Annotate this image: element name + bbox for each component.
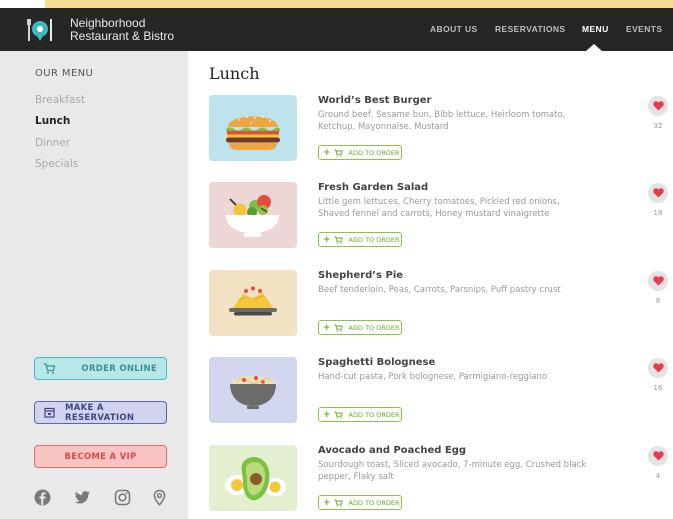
heart-icon (652, 188, 664, 198)
cart-icon (334, 149, 343, 157)
instagram-icon[interactable] (114, 489, 131, 506)
plus-icon: + (323, 322, 331, 333)
plus-icon: + (323, 147, 331, 158)
sidebar-item-lunch[interactable]: Lunch (35, 115, 70, 127)
add-to-order-label: ADD TO ORDER (348, 410, 400, 419)
site-header: Neighborhood Restaurant & Bistro ABOUT U… (0, 8, 673, 51)
add-to-order-button[interactable]: + ADD TO ORDER (318, 145, 402, 160)
like-button[interactable] (648, 446, 668, 466)
item-description: Little gem lettuces, Cherry tomatoes, Pi… (318, 197, 560, 219)
item-name: Shepherd’s Pie (318, 270, 404, 281)
like-button[interactable] (648, 96, 668, 116)
top-accent-strip (0, 0, 673, 8)
item-name: Avocado and Poached Egg (318, 445, 467, 456)
sidebar: OUR MENU Breakfast Lunch Dinner Specials… (0, 51, 188, 519)
calendar-icon (44, 407, 55, 418)
like-count: 16 (653, 384, 663, 392)
add-to-order-label: ADD TO ORDER (348, 148, 400, 157)
item-description: Hand-cut pasta, Pork bolognese, Parmigia… (318, 372, 548, 382)
plus-icon: + (323, 234, 331, 245)
menu-item-avocado-egg: Avocado and Poached Egg Sourdough toast,… (188, 445, 673, 519)
brand-name[interactable]: Neighborhood Restaurant & Bistro (70, 17, 174, 43)
burger-image[interactable] (209, 95, 297, 161)
cart-icon (334, 499, 343, 507)
make-reservation-button[interactable]: MAKE A RESERVATION (34, 401, 167, 424)
item-description: Beef tenderloin, Peas, Carrots, Parsnips… (318, 285, 561, 295)
nav-reservations[interactable]: RESERVATIONS (495, 24, 565, 34)
plus-icon: + (323, 497, 331, 508)
shepherds-pie-image[interactable] (209, 270, 297, 336)
nav-about-us[interactable]: ABOUT US (430, 24, 478, 34)
add-to-order-button[interactable]: + ADD TO ORDER (318, 495, 402, 510)
nav-events[interactable]: EVENTS (626, 24, 662, 34)
heart-icon (652, 363, 664, 373)
like-count: 18 (653, 209, 663, 217)
like-button[interactable] (648, 358, 668, 378)
sidebar-item-specials[interactable]: Specials (35, 158, 78, 170)
item-description: Ground beef, Sesame bun, Bibb lettuce, H… (318, 110, 566, 132)
menu-item-burger: World’s Best Burger Ground beef, Sesame … (188, 95, 673, 182)
menu-item-spaghetti: Spaghetti Bolognese Hand-cut pasta, Pork… (188, 357, 673, 444)
heart-icon (652, 451, 664, 461)
order-online-label: ORDER ONLINE (81, 363, 157, 374)
menu-item-shepherds-pie: Shepherd’s Pie Beef tenderloin, Peas, Ca… (188, 270, 673, 357)
item-name: World’s Best Burger (318, 95, 432, 106)
avocado-egg-image[interactable] (209, 445, 297, 511)
cart-icon (334, 324, 343, 332)
add-to-order-button[interactable]: + ADD TO ORDER (318, 232, 402, 247)
cart-icon (334, 411, 343, 419)
heart-icon (652, 276, 664, 286)
menu-item-salad: Fresh Garden Salad Little gem lettuces, … (188, 182, 673, 269)
item-name: Fresh Garden Salad (318, 182, 429, 193)
page-title: Lunch (209, 64, 260, 83)
like-count: 4 (655, 472, 661, 480)
item-description: Sourdough toast, Sliced avocado, 7-minut… (318, 460, 587, 482)
heart-icon (652, 101, 664, 111)
add-to-order-button[interactable]: + ADD TO ORDER (318, 407, 402, 422)
nav-active-caret (586, 44, 602, 51)
item-name: Spaghetti Bolognese (318, 357, 436, 368)
cart-icon (44, 363, 56, 374)
twitter-icon[interactable] (74, 489, 91, 506)
make-reservation-label: MAKE A RESERVATION (65, 402, 135, 423)
become-vip-button[interactable]: BECOME A VIP (34, 445, 167, 468)
add-to-order-button[interactable]: + ADD TO ORDER (318, 320, 402, 335)
cart-icon (334, 236, 343, 244)
become-vip-label: BECOME A VIP (64, 451, 137, 462)
logo-icon[interactable] (26, 16, 54, 44)
brand-line-2: Restaurant & Bistro (70, 29, 175, 43)
like-button[interactable] (648, 271, 668, 291)
add-to-order-label: ADD TO ORDER (348, 323, 400, 332)
like-count: 8 (655, 297, 661, 305)
salad-image[interactable] (209, 182, 297, 248)
sidebar-title: OUR MENU (35, 68, 94, 79)
add-to-order-label: ADD TO ORDER (348, 498, 400, 507)
sidebar-item-dinner[interactable]: Dinner (35, 137, 70, 149)
like-count: 32 (653, 122, 663, 130)
plus-icon: + (323, 409, 331, 420)
facebook-icon[interactable] (34, 489, 51, 506)
spaghetti-image[interactable] (209, 357, 297, 423)
sidebar-item-breakfast[interactable]: Breakfast (35, 94, 85, 106)
location-pin-icon[interactable] (151, 489, 168, 506)
menu-content: Lunch World’s Best Burger Ground beef, S… (188, 51, 673, 519)
order-online-button[interactable]: ORDER ONLINE (34, 357, 167, 380)
like-button[interactable] (648, 183, 668, 203)
nav-menu[interactable]: MENU (582, 24, 609, 34)
add-to-order-label: ADD TO ORDER (348, 235, 400, 244)
accent-bar (45, 0, 673, 8)
